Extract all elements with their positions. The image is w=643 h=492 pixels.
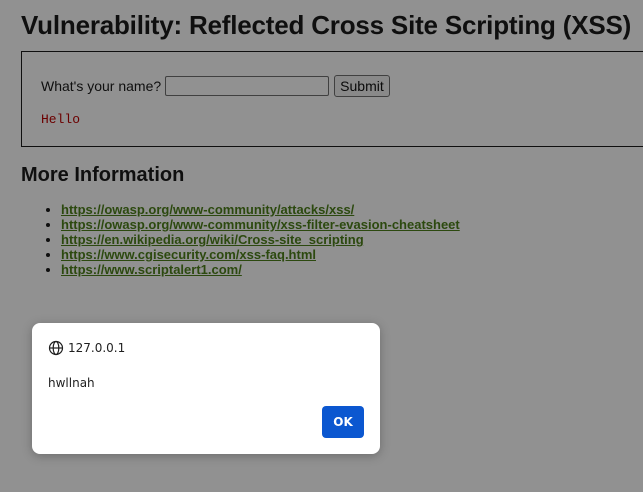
dialog-origin: 127.0.0.1 (68, 341, 126, 355)
alert-dialog: 127.0.0.1 hwllnah OK (32, 323, 380, 454)
dialog-message: hwllnah (48, 376, 95, 390)
ok-button[interactable]: OK (322, 406, 364, 438)
globe-icon (48, 340, 64, 356)
dialog-header: 127.0.0.1 (48, 340, 125, 356)
